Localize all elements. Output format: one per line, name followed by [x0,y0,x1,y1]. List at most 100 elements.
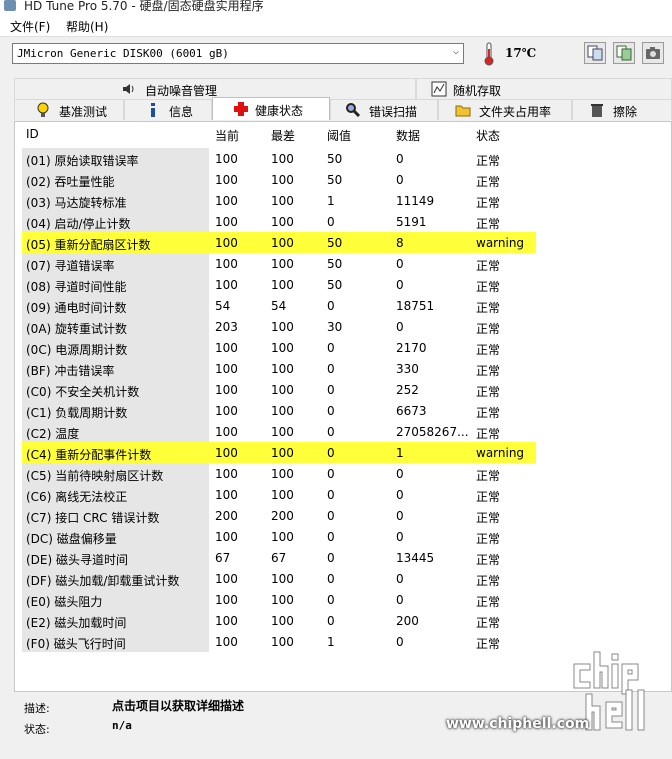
col-data-header[interactable]: 数据 [396,127,420,144]
tab-aam[interactable]: 自动噪音管理 [14,78,416,99]
table-row[interactable]: (08) 寻道时间性能 100 100 50 0 正常 [22,274,536,295]
row-threshold: 0 [327,425,335,439]
row-id: (DF) 磁头加载/卸载重试计数 [26,574,180,588]
tab-random-access[interactable]: 随机存取 [416,78,672,99]
row-status: 正常 [476,364,501,378]
table-header: ID 当前 最差 阈值 数据 状态 [22,124,536,144]
row-id: (F0) 磁头飞行时间 [26,637,126,651]
row-threshold: 0 [327,509,335,523]
row-id: (04) 启动/停止计数 [26,217,131,231]
speaker-icon [123,84,134,94]
row-threshold: 50 [327,278,343,292]
table-row[interactable]: (C0) 不安全关机计数 100 100 0 252 正常 [22,379,536,400]
row-threshold: 50 [327,257,343,271]
row-data: 252 [396,383,419,397]
tabs-row-1: 自动噪音管理 随机存取 [14,78,672,99]
description-label: 描述: [24,702,50,715]
row-status: 正常 [476,301,501,315]
tab-error-scan[interactable]: 错误扫描 [330,99,438,120]
table-row[interactable]: (09) 通电时间计数 54 54 0 18751 正常 [22,295,536,316]
tab-info[interactable]: 信息 [124,99,212,120]
table-row[interactable]: (DC) 磁盘偏移量 100 100 0 0 正常 [22,526,536,547]
row-worst: 54 [271,299,287,313]
screenshot-button[interactable] [642,42,664,64]
table-row[interactable]: (DE) 磁头寻道时间 67 67 0 13445 正常 [22,547,536,568]
row-status: 正常 [476,511,501,525]
col-threshold-header[interactable]: 阈值 [327,127,351,144]
row-status: 正常 [476,574,501,588]
row-worst: 100 [271,467,294,481]
lightbulb-icon [37,102,49,117]
table-row[interactable]: (07) 寻道错误率 100 100 50 0 正常 [22,253,536,274]
table-row[interactable]: (C7) 接口 CRC 错误计数 200 200 0 0 正常 [22,505,536,526]
table-row[interactable]: (DF) 磁头加载/卸载重试计数 100 100 0 0 正常 [22,568,536,589]
row-current: 100 [215,362,238,376]
table-row[interactable]: (04) 启动/停止计数 100 100 0 5191 正常 [22,211,536,232]
row-data: 27058267... [396,425,469,439]
table-row[interactable]: (0A) 旋转重试计数 203 100 30 0 正常 [22,316,536,337]
row-data: 0 [396,509,404,523]
row-status: 正常 [476,196,501,210]
row-current: 100 [215,530,238,544]
copy-image-icon [616,45,632,61]
copy-screenshot-button[interactable] [613,42,635,64]
row-current: 100 [215,257,238,271]
row-id: (BF) 冲击错误率 [26,364,115,378]
row-id: (05) 重新分配扇区计数 [26,238,151,252]
row-worst: 100 [271,236,294,250]
table-row[interactable]: (E2) 磁头加载时间 100 100 0 200 正常 [22,610,536,631]
menu-file[interactable]: 文件(F) [10,18,50,35]
row-status: 正常 [476,259,501,273]
row-worst: 100 [271,593,294,607]
tab-folder-usage[interactable]: 文件夹占用率 [438,99,572,120]
app-icon [4,0,16,11]
row-current: 100 [215,572,238,586]
row-threshold: 0 [327,467,335,481]
camera-icon [646,47,660,59]
row-current: 100 [215,341,238,355]
drive-select[interactable]: JMicron Generic DISK00 (6001 gB) ⌵ [12,43,464,64]
menu-help[interactable]: 帮助(H) [66,18,108,35]
row-data: 0 [396,173,404,187]
table-row[interactable]: (C5) 当前待映射扇区计数 100 100 0 0 正常 [22,463,536,484]
col-id-header[interactable]: ID [26,127,39,141]
row-worst: 100 [271,614,294,628]
copy-text-button[interactable] [584,42,606,64]
table-row[interactable]: (F0) 磁头飞行时间 100 100 1 0 正常 [22,631,536,652]
row-status: 正常 [476,616,501,630]
tab-info-label: 信息 [169,105,194,119]
row-data: 0 [396,320,404,334]
description-value: 点击项目以获取详细描述 [112,699,245,713]
table-row[interactable]: (01) 原始读取错误率 100 100 50 0 正常 [22,148,536,169]
tab-health[interactable]: 健康状态 [212,97,330,120]
table-row[interactable]: (C2) 温度 100 100 0 27058267... 正常 [22,421,536,442]
row-id: (C7) 接口 CRC 错误计数 [26,511,160,525]
table-row[interactable]: (0C) 电源周期计数 100 100 0 2170 正常 [22,337,536,358]
row-status: 正常 [476,469,501,483]
row-threshold: 1 [327,635,335,649]
row-threshold: 0 [327,530,335,544]
col-worst-header[interactable]: 最差 [271,127,295,144]
table-row[interactable]: (C4) 重新分配事件计数 100 100 0 1 warning [22,442,536,463]
tab-benchmark[interactable]: 基准测试 [14,99,124,120]
tab-erase[interactable]: 擦除 [572,99,672,120]
tab-error-scan-label: 错误扫描 [369,105,418,119]
table-row[interactable]: (02) 吞吐量性能 100 100 50 0 正常 [22,169,536,190]
row-status: 正常 [476,532,501,546]
col-current-header[interactable]: 当前 [215,127,239,144]
row-current: 100 [215,404,238,418]
copy-icon [587,45,603,61]
table-row[interactable]: (C1) 负载周期计数 100 100 0 6673 正常 [22,400,536,421]
table-row[interactable]: (E0) 磁头阻力 100 100 0 0 正常 [22,589,536,610]
row-data: 13445 [396,551,435,565]
table-row[interactable]: (05) 重新分配扇区计数 100 100 50 8 warning [22,232,536,253]
col-status-header[interactable]: 状态 [476,127,500,144]
row-current: 100 [215,446,238,460]
row-threshold: 0 [327,299,335,313]
table-row[interactable]: (BF) 冲击错误率 100 100 0 330 正常 [22,358,536,379]
row-current: 100 [215,488,238,502]
table-row[interactable]: (03) 马达旋转标准 100 100 1 11149 正常 [22,190,536,211]
row-threshold: 0 [327,383,335,397]
table-row[interactable]: (C6) 离线无法校正 100 100 0 0 正常 [22,484,536,505]
row-worst: 100 [271,362,294,376]
